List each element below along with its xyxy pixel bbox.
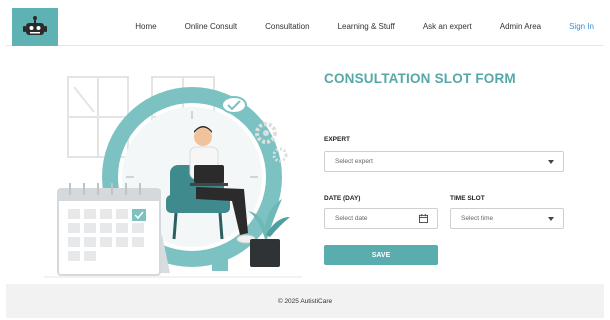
date-label: DATE (DAY)	[324, 195, 361, 202]
consultation-slot-form: CONSULTATION SLOT FORM EXPERT Select exp…	[324, 71, 574, 265]
footer-copyright: © 2025 AutistiCare	[277, 297, 333, 305]
expert-label: EXPERT	[324, 136, 351, 143]
time-slot-select[interactable]: Select time	[450, 208, 564, 229]
expert-select[interactable]: Select expert	[324, 151, 564, 172]
nav-item-home[interactable]: Home	[135, 22, 156, 31]
robot-icon	[23, 16, 47, 35]
footer: © 2025 AutistiCare	[6, 284, 604, 318]
chevron-down-icon	[548, 160, 554, 164]
logo[interactable]	[12, 8, 58, 46]
nav-item-ask-expert[interactable]: Ask an expert	[423, 22, 472, 31]
consultation-illustration	[44, 76, 302, 278]
nav-item-consultation[interactable]: Consultation	[265, 22, 309, 31]
nav-item-admin-area[interactable]: Admin Area	[500, 22, 541, 31]
main-content: CONSULTATION SLOT FORM EXPERT Select exp…	[6, 47, 604, 284]
nav-item-online-consult[interactable]: Online Consult	[185, 22, 237, 31]
date-input-value: Select date	[335, 215, 368, 222]
nav-item-learning[interactable]: Learning & Stuff	[338, 22, 395, 31]
time-slot-select-value: Select time	[461, 215, 494, 222]
save-button[interactable]: SAVE	[324, 245, 438, 265]
calendar-icon	[419, 214, 428, 223]
top-navbar: Home Online Consult Consultation Learnin…	[6, 6, 604, 46]
expert-select-value: Select expert	[335, 158, 373, 165]
nav-links: Home Online Consult Consultation Learnin…	[107, 6, 594, 46]
chevron-down-icon	[548, 217, 554, 221]
date-input[interactable]: Select date	[324, 208, 438, 229]
form-title: CONSULTATION SLOT FORM	[324, 71, 516, 86]
sign-in-link[interactable]: Sign In	[569, 22, 594, 31]
time-slot-label: TIME SLOT	[450, 195, 485, 202]
